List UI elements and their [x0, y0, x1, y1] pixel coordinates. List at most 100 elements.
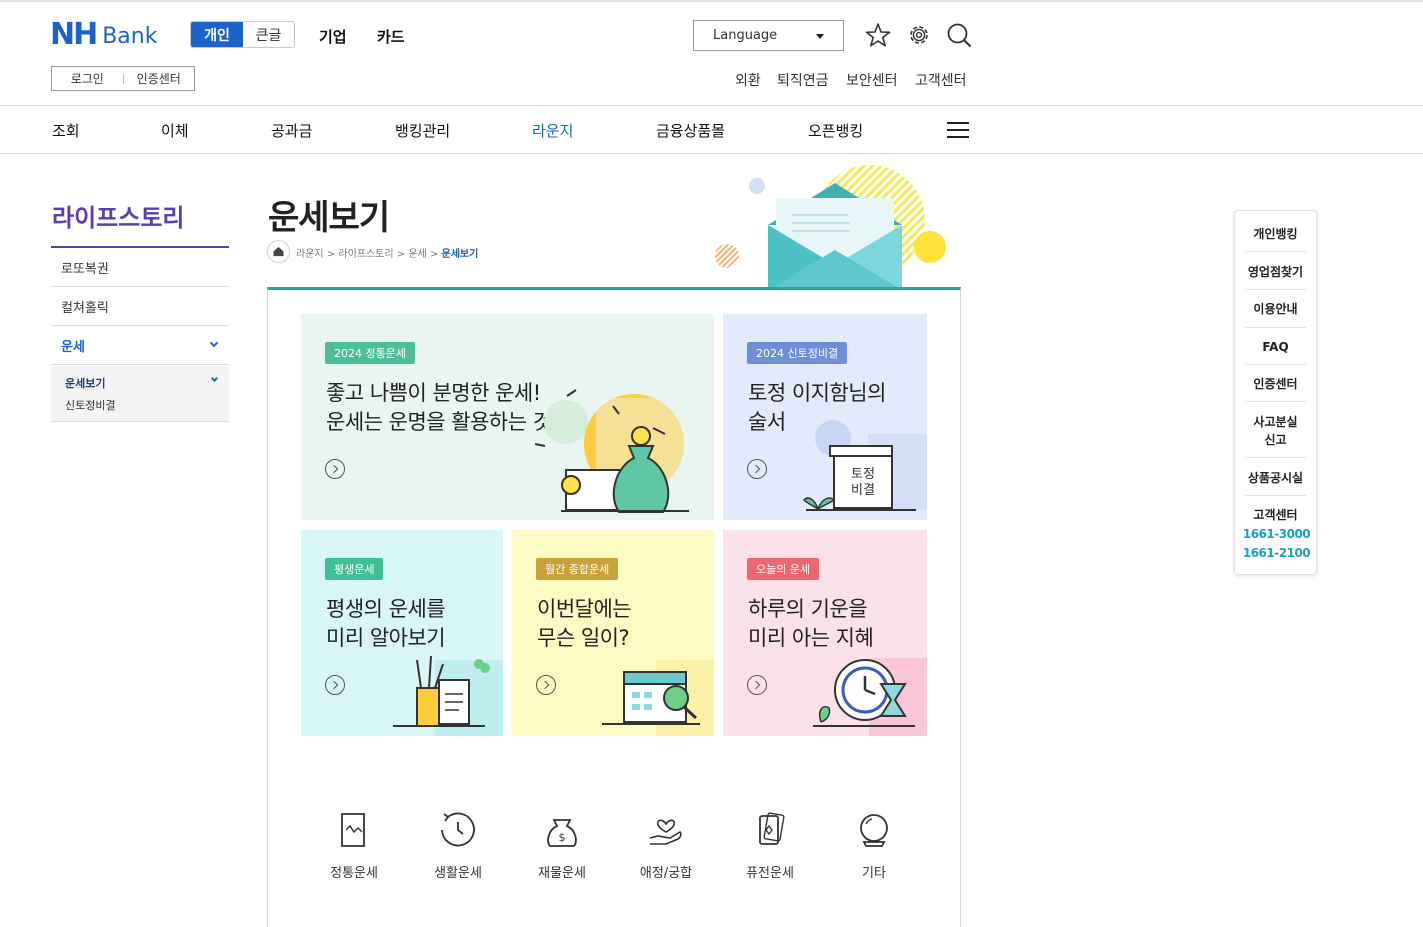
card-title: 좋고 나쁨이 분명한 운세! 운세는 운명을 활용하는 것 — [326, 379, 552, 437]
nav-utility-bill[interactable]: 공과금 — [271, 120, 312, 141]
large-text-mode-button[interactable]: 큰글 — [243, 22, 294, 47]
nav-transfer[interactable]: 이체 — [161, 120, 189, 141]
sidebar-sub-fortune-view[interactable]: 운세보기 — [65, 375, 105, 391]
card-title-line: 미리 아는 지혜 — [748, 626, 874, 650]
nav-open-banking[interactable]: 오픈뱅킹 — [808, 120, 863, 141]
sidebar-item-culture[interactable]: 컬쳐홀릭 — [51, 287, 229, 326]
book-label-line: 비결 — [851, 483, 875, 498]
arrow-right-icon[interactable] — [325, 675, 345, 695]
quick-faq[interactable]: FAQ — [1245, 338, 1306, 356]
breadcrumb-separator: > — [396, 249, 406, 260]
breadcrumb-separator: > — [326, 249, 336, 260]
quick-branch-finder[interactable]: 영업점찾기 — [1245, 263, 1306, 281]
nav-inquiry[interactable]: 조회 — [52, 120, 80, 141]
quick-product-disclosure[interactable]: 상품공시실 — [1245, 469, 1306, 487]
category-daily[interactable]: 생활운세 — [418, 808, 498, 881]
arrow-right-icon[interactable] — [536, 675, 556, 695]
sidebar-submenu: 운세보기 신토정비결 — [51, 366, 229, 422]
nav-banking-management[interactable]: 뱅킹관리 — [395, 120, 450, 141]
category-label: 퓨전운세 — [746, 866, 794, 881]
category-fusion[interactable]: 퓨전운세 — [730, 808, 810, 881]
quick-loss-report[interactable]: 사고분실 신고 — [1245, 413, 1306, 449]
card-tojeong[interactable]: 2024 신토정비결 토정 이지함님의 술서 토정 비결 — [723, 314, 927, 520]
card-title-line: 운세는 운명을 활용하는 것 — [326, 410, 552, 434]
card-title-line: 이번달에는 — [537, 597, 632, 621]
sidebar-item-label: 로또복권 — [61, 261, 109, 277]
customer-center-link[interactable]: 고객센터 — [915, 70, 967, 90]
card-title-line: 하루의 기운을 — [748, 597, 868, 621]
language-label: Language — [713, 28, 778, 43]
nh-bank-logo[interactable]: NH Bank — [50, 20, 157, 50]
breadcrumb-lifestory[interactable]: 라이프스토리 — [338, 249, 393, 260]
personal-mode-button[interactable]: 개인 — [191, 22, 243, 47]
corp-link[interactable]: 기업 — [319, 26, 347, 47]
category-label: 기타 — [862, 866, 886, 881]
quick-menu: 개인뱅킹 영업점찾기 이용안내 FAQ 인증센터 사고분실 신고 상품공시실 고… — [1234, 210, 1317, 575]
money-bag-icon: $ — [547, 819, 577, 847]
calendar-illustration — [602, 660, 714, 736]
chevron-down-icon — [816, 34, 824, 39]
logo-nh: NH — [50, 17, 98, 52]
arrow-right-icon[interactable] — [747, 459, 767, 479]
nav-lounge[interactable]: 라운지 — [532, 120, 573, 141]
menu-icon[interactable] — [947, 122, 969, 139]
card-lifetime-fortune[interactable]: 평생운세 평생의 운세를 미리 알아보기 — [301, 530, 503, 736]
card-badge: 오늘의 운세 — [747, 558, 820, 580]
envelope-illustration — [715, 165, 946, 290]
forex-link[interactable]: 외환 — [735, 70, 761, 90]
card-link[interactable]: 카드 — [377, 26, 405, 47]
card-badge: 2024 정통운세 — [325, 342, 415, 364]
security-center-link[interactable]: 보안센터 — [846, 70, 898, 90]
card-today-fortune[interactable]: 오늘의 운세 하루의 기운을 미리 아는 지혜 — [723, 530, 927, 736]
quick-guide[interactable]: 이용안내 — [1245, 300, 1306, 318]
category-traditional[interactable]: 정통운세 — [314, 808, 394, 881]
category-love[interactable]: 애정/궁합 — [626, 808, 706, 881]
breadcrumb-current: 운세보기 — [441, 249, 479, 260]
category-label: 정통운세 — [330, 866, 378, 881]
quick-divider — [1245, 327, 1306, 328]
chevron-down-icon — [210, 374, 219, 383]
breadcrumb-fortune[interactable]: 운세 — [408, 249, 426, 260]
sidebar-item-lotto[interactable]: 로또복권 — [51, 248, 229, 287]
book-label-line: 토정 — [851, 467, 875, 482]
cards-icon — [759, 812, 785, 845]
card-title: 이번달에는 무슨 일이? — [537, 595, 632, 653]
quick-cert-center[interactable]: 인증센터 — [1245, 375, 1306, 393]
quick-customer-center[interactable]: 고객센터 — [1245, 506, 1306, 524]
login-link[interactable]: 로그인 — [52, 70, 123, 87]
category-label: 재물운세 — [538, 866, 586, 881]
card-badge: 평생운세 — [325, 558, 384, 580]
clock-illustration — [813, 658, 927, 736]
breadcrumb-separator: > — [429, 249, 439, 260]
scroll-icon — [341, 813, 365, 847]
nav-financial-mall[interactable]: 금융상품몰 — [656, 120, 725, 141]
page-title: 운세보기 — [268, 198, 390, 238]
home-icon[interactable] — [267, 240, 290, 263]
sidebar-title: 라이프스토리 — [52, 204, 185, 232]
star-icon[interactable] — [865, 22, 891, 48]
refresh-clock-icon — [441, 812, 475, 847]
phone-number: 1661-3000 — [1242, 527, 1311, 541]
language-select[interactable]: Language — [693, 20, 844, 51]
money-bag-illustration — [534, 389, 714, 520]
quick-personal-banking[interactable]: 개인뱅킹 — [1245, 225, 1306, 243]
gear-icon[interactable] — [906, 22, 932, 48]
breadcrumb-lounge[interactable]: 라운지 — [296, 249, 324, 260]
arrow-right-icon[interactable] — [325, 459, 345, 479]
category-etc[interactable]: 기타 — [834, 808, 914, 881]
card-title-line: 무슨 일이? — [537, 626, 630, 650]
card-traditional-fortune[interactable]: 2024 정통운세 좋고 나쁨이 분명한 운세! 운세는 운명을 활용하는 것 — [301, 314, 714, 520]
sidebar-sub-tojeong[interactable]: 신토정비결 — [65, 397, 116, 413]
card-title: 평생의 운세를 미리 알아보기 — [326, 595, 446, 653]
chevron-down-icon — [209, 338, 219, 348]
pension-link[interactable]: 퇴직연금 — [777, 70, 829, 90]
sidebar-item-fortune[interactable]: 운세 — [51, 326, 229, 365]
quick-divider — [1245, 401, 1306, 402]
cert-center-link[interactable]: 인증센터 — [124, 70, 195, 87]
search-icon[interactable] — [946, 22, 972, 48]
quick-divider — [1245, 289, 1306, 290]
quick-loss-report-line: 신고 — [1264, 433, 1287, 447]
card-monthly-fortune[interactable]: 월간 종합운세 이번달에는 무슨 일이? — [512, 530, 714, 736]
category-wealth[interactable]: $ 재물운세 — [522, 808, 602, 881]
arrow-right-icon[interactable] — [747, 675, 767, 695]
